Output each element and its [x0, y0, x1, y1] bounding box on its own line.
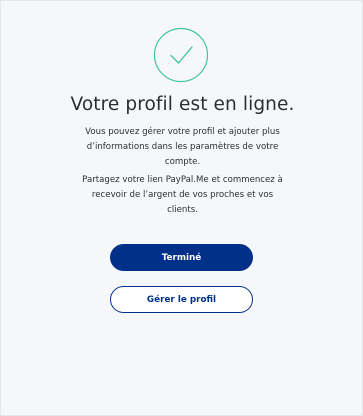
confirmation-page: Votre profil est en ligne. Vous pouvez g… — [0, 0, 363, 416]
share-link-info-text: Partagez votre lien PayPal.Me et commenc… — [82, 175, 283, 215]
check-circle-icon — [153, 27, 209, 83]
done-button[interactable]: Terminé — [110, 244, 253, 271]
manage-profile-button[interactable]: Gérer le profil — [110, 286, 253, 313]
manage-profile-info-text: Vous pouvez gérer votre profil et ajoute… — [85, 127, 280, 167]
page-title: Votre profil est en ligne. — [70, 94, 295, 115]
